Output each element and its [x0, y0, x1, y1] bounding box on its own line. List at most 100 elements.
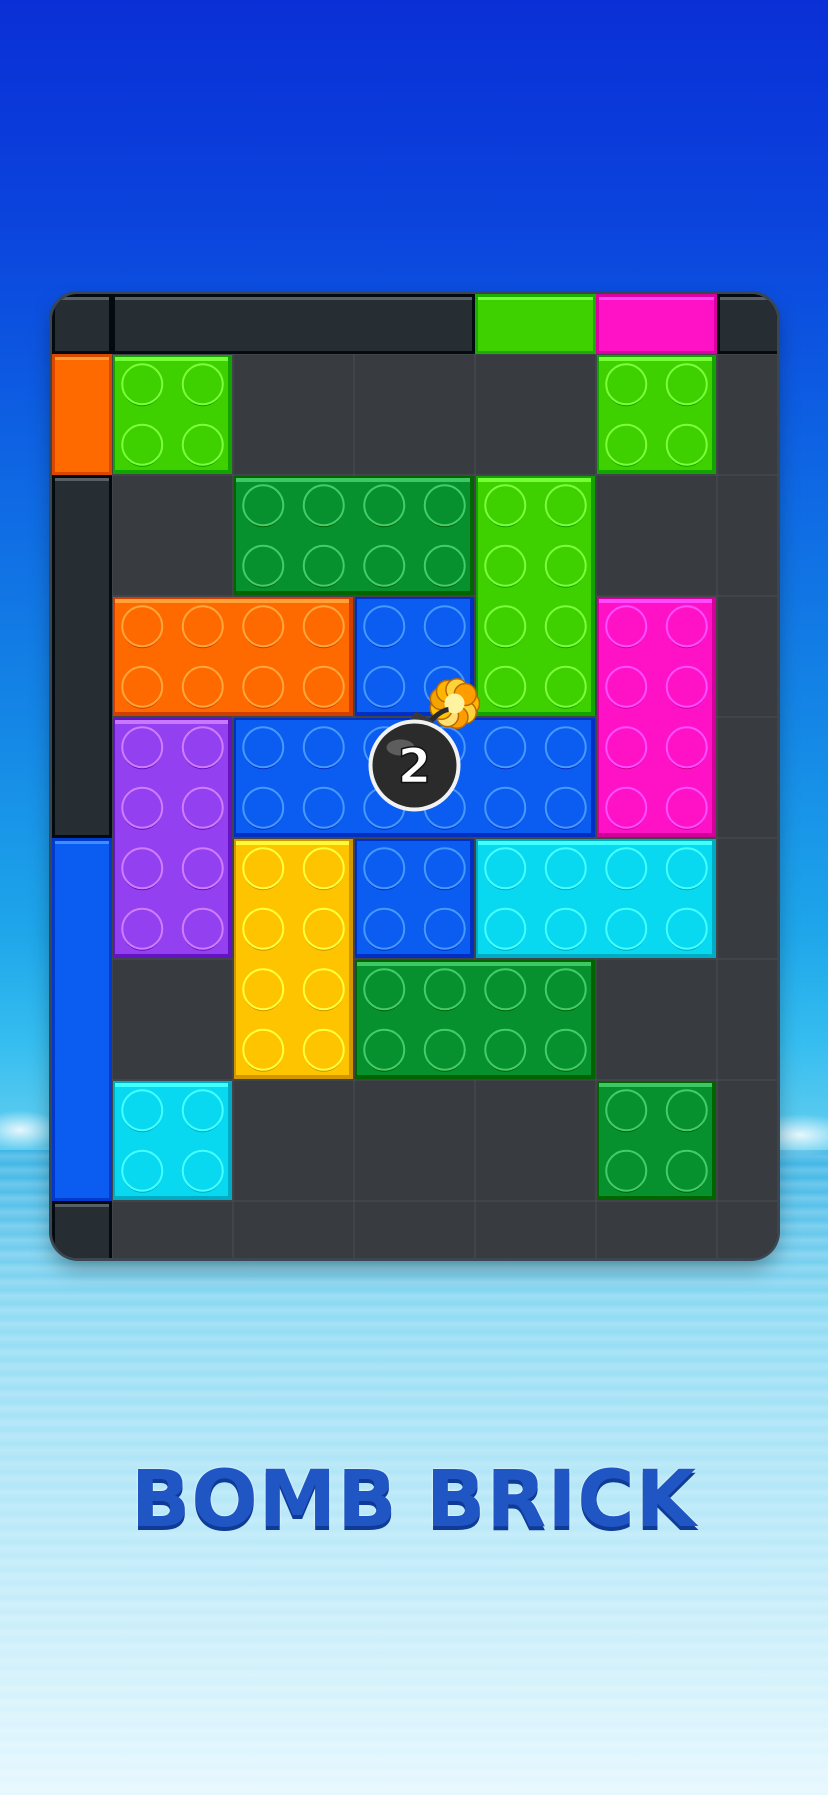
brick-stud [242, 968, 285, 1011]
brick-stud [121, 605, 164, 648]
brick-stud [181, 726, 224, 769]
empty-cell [716, 595, 777, 718]
brick-stud [423, 544, 466, 587]
empty-cell [474, 1200, 597, 1258]
brick-stud [544, 665, 587, 708]
brick-stud [544, 847, 587, 890]
brick-stud [181, 1089, 224, 1132]
brick-stud [121, 907, 164, 950]
brick-stud [363, 907, 406, 950]
empty-cell [111, 1200, 234, 1258]
brick-stud [121, 1149, 164, 1192]
brick-stud [605, 907, 648, 950]
brick-stud [302, 907, 345, 950]
brick-stud [544, 907, 587, 950]
brick-stud [363, 544, 406, 587]
empty-cell [232, 353, 355, 476]
brick-stud [302, 786, 345, 829]
brick-stud [484, 1028, 527, 1071]
game-title: BOMB BRICK [130, 1455, 698, 1545]
border-top-dark [115, 297, 472, 351]
brick-stud [665, 847, 708, 890]
brick-stud [484, 544, 527, 587]
border-left-blue [55, 841, 109, 1198]
cyan-brick-highlight [115, 1083, 228, 1087]
brick-stud [423, 968, 466, 1011]
border-top-dark-highlight [720, 297, 777, 300]
empty-cell [111, 958, 234, 1081]
brick-stud [242, 544, 285, 587]
brick-stud [242, 847, 285, 890]
brick-stud [181, 423, 224, 466]
empty-cell [474, 1079, 597, 1202]
brick-stud [665, 665, 708, 708]
brick-stud [121, 363, 164, 406]
brick-stud [121, 1089, 164, 1132]
border-left-blue-highlight [55, 841, 109, 844]
brick-stud [242, 605, 285, 648]
border-top-magenta [599, 297, 714, 351]
brick-stud [605, 363, 648, 406]
green-brick-highlight [599, 1083, 712, 1087]
brick-stud [484, 484, 527, 527]
brick-stud [302, 726, 345, 769]
purple-brick-highlight [115, 720, 228, 724]
bomb-counter: 2 [398, 739, 431, 795]
brick-stud [665, 423, 708, 466]
brick-stud [363, 968, 406, 1011]
border-left-orange-highlight [55, 357, 109, 360]
brick-stud [484, 968, 527, 1011]
brick-stud [423, 1028, 466, 1071]
brick-stud [605, 726, 648, 769]
empty-cell [353, 1200, 476, 1258]
brick-stud [605, 665, 648, 708]
brick-stud [665, 363, 708, 406]
border-top-lime-highlight [478, 297, 593, 300]
brick-stud [665, 907, 708, 950]
border-left-dark-highlight [55, 478, 109, 481]
brick-stud [484, 665, 527, 708]
brick-stud [181, 847, 224, 890]
brick-stud [363, 847, 406, 890]
brick-stud [363, 665, 406, 708]
brick-stud [121, 786, 164, 829]
brick-stud [242, 665, 285, 708]
brick-stud [544, 605, 587, 648]
lime-brick-highlight [115, 357, 228, 361]
border-left-dark [55, 478, 109, 835]
empty-cell [716, 958, 777, 1081]
brick-stud [484, 726, 527, 769]
empty-cell [595, 958, 718, 1081]
border-corner [55, 297, 109, 351]
lime-brick-highlight [599, 357, 712, 361]
brick-stud [484, 786, 527, 829]
brick-stud [302, 847, 345, 890]
brick-stud [423, 847, 466, 890]
brick-stud [665, 1089, 708, 1132]
yellow-brick-highlight [236, 841, 349, 845]
brick-stud [181, 605, 224, 648]
brick-stud [484, 907, 527, 950]
green-brick-highlight [236, 478, 470, 482]
brick-stud [242, 484, 285, 527]
brick-stud [544, 786, 587, 829]
brick-stud [423, 605, 466, 648]
brick-stud [605, 605, 648, 648]
border-top-lime [478, 297, 593, 351]
brick-stud [665, 1149, 708, 1192]
cyan-brick-highlight [478, 841, 712, 845]
game-board[interactable]: 2 [52, 294, 777, 1258]
empty-cell [353, 1079, 476, 1202]
brick-stud [181, 1149, 224, 1192]
brick-stud [121, 726, 164, 769]
brick-stud [544, 1028, 587, 1071]
border-top-magenta-highlight [599, 297, 714, 300]
empty-cell [716, 1200, 777, 1258]
empty-cell [474, 353, 597, 476]
brick-stud [605, 847, 648, 890]
border-left-dark [55, 1204, 109, 1258]
border-left-orange [55, 357, 109, 472]
brick-stud [363, 605, 406, 648]
brick-stud [181, 907, 224, 950]
brick-stud [605, 423, 648, 466]
